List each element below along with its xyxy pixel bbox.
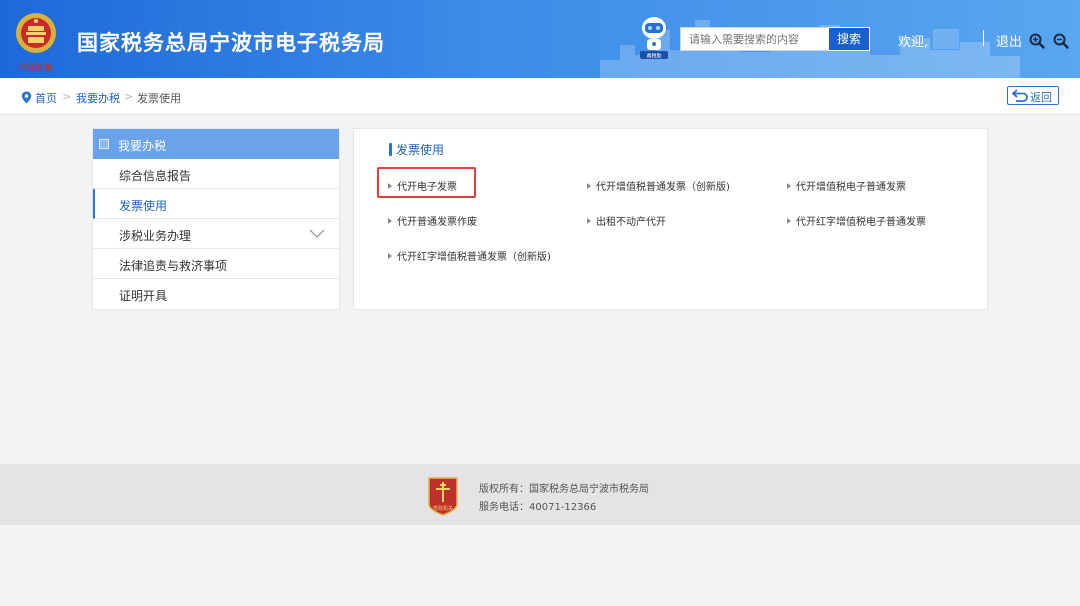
svg-text:中国税务: 中国税务 [20,62,52,72]
link-red-vat-e-ordinary[interactable]: 代开红字增值税电子普通发票 [787,213,926,228]
link-label: 代开增值税普通发票（创新版) [596,182,730,193]
chevron-down-icon[interactable] [309,229,325,238]
link-issue-vat-e-ordinary[interactable]: 代开增值税电子普通发票 [787,178,906,193]
invoice-use-panel: 发票使用 代开电子发票 代开增值税普通发票（创新版) 代开增值税电子普通发票 代… [353,128,988,310]
search-input[interactable] [680,27,830,51]
triangle-bullet-icon [587,183,591,189]
title-accent-bar [389,143,392,156]
site-header: 中国税务 国家税务总局宁波市电子税务局 甬税助 搜索 欢迎, 退出 [0,0,1080,78]
zoom-out-icon[interactable] [1053,33,1069,49]
copyright-text: 版权所有：国家税务总局宁波市税务局 [479,484,649,495]
sidebar-item-certificate[interactable]: 证明开具 [93,279,339,309]
header-divider [983,30,984,46]
link-red-vat-ordinary-innovative[interactable]: 代开红字增值税普通发票（创新版) [388,248,551,263]
link-label: 出租不动产代开 [596,217,666,228]
breadcrumb-separator: > [124,90,134,103]
sidebar-item-label: 证明开具 [119,289,168,303]
sidebar-item-label: 涉税业务办理 [119,229,192,243]
svg-text:党政机关: 党政机关 [433,505,453,512]
back-button[interactable]: 返回 [1007,86,1059,105]
link-rental-property-invoice[interactable]: 出租不动产代开 [587,213,666,228]
zoom-in-icon[interactable] [1029,33,1045,49]
link-void-ordinary-invoice[interactable]: 代开普通发票作废 [388,213,477,228]
site-footer: 党政机关 版权所有：国家税务总局宁波市税务局 服务电话：40071-12366 [0,464,1080,525]
sidebar-heading-label: 我要办税 [118,139,167,153]
username-redacted [933,29,959,49]
location-pin-icon [21,91,32,104]
sidebar-item-label: 法律追责与救济事项 [119,259,228,273]
triangle-bullet-icon [787,183,791,189]
link-issue-e-invoice[interactable]: 代开电子发票 [388,178,457,193]
link-label: 代开普通发票作废 [397,217,477,228]
sidebar-item-tax-business[interactable]: 涉税业务办理 [93,219,339,249]
sidebar-item-comprehensive-report[interactable]: 综合信息报告 [93,159,339,189]
sidebar-item-invoice-use[interactable]: 发票使用 [93,189,339,219]
broken-image-icon [99,139,109,149]
sidebar: 我要办税 综合信息报告 发票使用 涉税业务办理 法律追责与救济事项 证明开具 [92,128,340,310]
svg-text:甬税助: 甬税助 [646,53,661,60]
triangle-bullet-icon [587,218,591,224]
link-label: 代开红字增值税普通发票（创新版) [397,252,551,263]
assistant-robot-icon[interactable]: 甬税助 [637,14,671,60]
sidebar-heading: 我要办税 [93,129,339,159]
breadcrumb: 首页 > 我要办税 > 发票使用 返回 [0,78,1080,115]
logout-link[interactable]: 退出 [996,31,1022,50]
panel-title: 发票使用 [396,143,445,157]
breadcrumb-level1[interactable]: 我要办税 [76,90,120,106]
service-phone-text: 服务电话：40071-12366 [479,502,597,513]
party-government-badge-icon[interactable]: 党政机关 [427,476,459,516]
link-label: 代开增值税电子普通发票 [796,182,906,193]
back-arrow-icon [1012,89,1028,102]
site-title: 国家税务总局宁波市电子税务局 [77,31,385,55]
link-issue-vat-ordinary-innovative[interactable]: 代开增值税普通发票（创新版) [587,178,730,193]
triangle-bullet-icon [787,218,791,224]
breadcrumb-separator: > [62,90,72,103]
welcome-text: 欢迎, [898,35,929,50]
link-label: 代开电子发票 [397,182,457,193]
link-label: 代开红字增值税电子普通发票 [796,217,926,228]
sidebar-item-label: 综合信息报告 [119,169,192,183]
breadcrumb-home[interactable]: 首页 [35,90,57,106]
back-label: 返回 [1030,91,1052,104]
sidebar-item-legal-remedy[interactable]: 法律追责与救济事项 [93,249,339,279]
triangle-bullet-icon [388,183,392,189]
search-button[interactable]: 搜索 [828,27,870,51]
national-emblem-logo: 中国税务 [16,13,56,72]
sidebar-item-label: 发票使用 [119,199,168,213]
breadcrumb-current: 发票使用 [137,92,181,105]
triangle-bullet-icon [388,218,392,224]
triangle-bullet-icon [388,253,392,259]
